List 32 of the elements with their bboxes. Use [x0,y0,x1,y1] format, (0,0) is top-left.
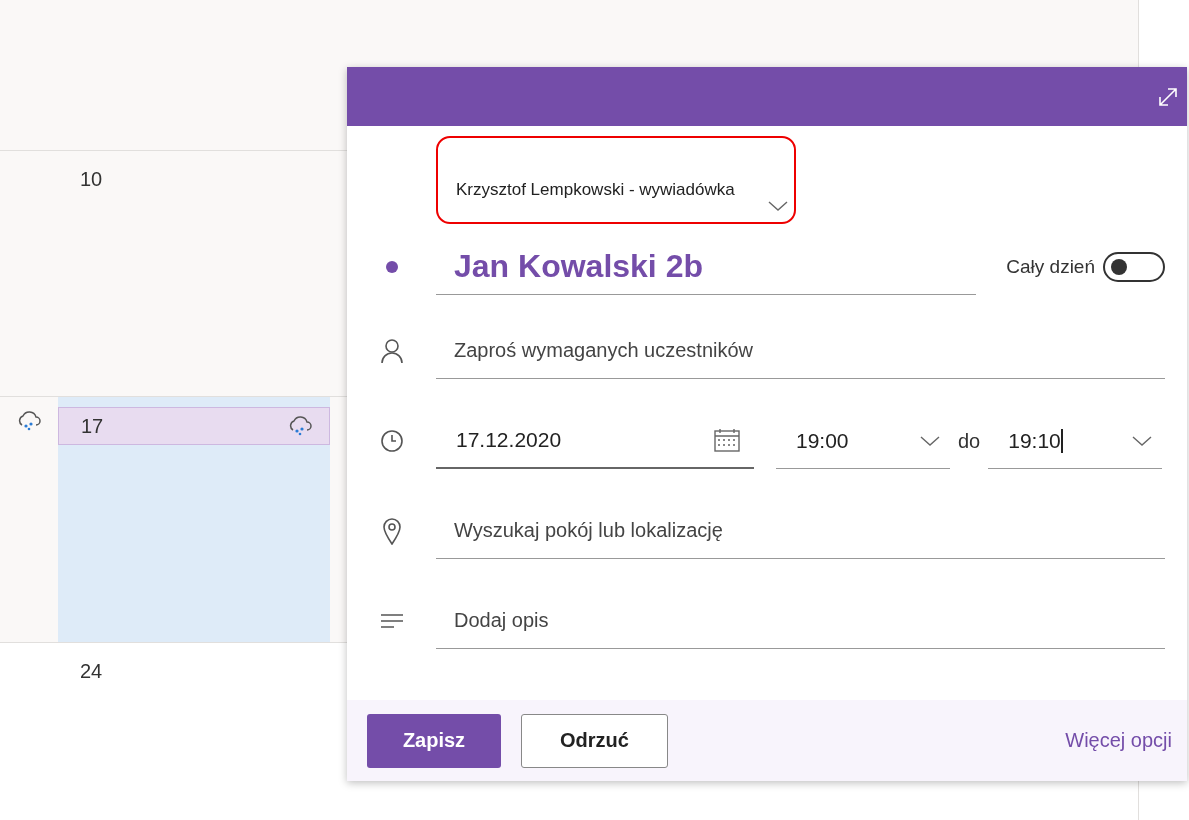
description-field[interactable]: Dodaj opis [436,593,1165,649]
title-field[interactable]: Jan Kowalski 2b [436,239,976,295]
clock-icon [379,429,404,453]
chevron-down-icon [768,201,788,211]
save-button[interactable]: Zapisz [367,713,501,768]
all-day-label: Cały dzień [1006,256,1095,278]
calendar-icon [714,428,740,452]
attendees-field[interactable]: Zaproś wymaganych uczestników [436,323,1165,379]
discard-button[interactable]: Odrzuć [521,713,668,768]
rain-cloud-icon [287,416,313,436]
rain-cloud-icon [16,411,42,431]
text-lines-icon [379,613,404,629]
person-icon [379,338,404,364]
date-field[interactable]: 17.12.2020 [436,413,754,469]
day-cell[interactable]: 10 [58,151,330,396]
day-number: 24 [80,659,103,683]
more-options-link[interactable]: Więcej opcji [1065,729,1172,752]
end-time-dropdown[interactable]: 19:10 [988,413,1163,469]
all-day-toggle[interactable] [1103,252,1165,282]
location-pin-icon [381,517,402,545]
day-cell[interactable]: 24 [58,643,330,820]
day-number: 17 [81,414,104,438]
expand-icon[interactable] [1157,85,1179,108]
category-dot-icon [385,261,398,273]
day-number: 10 [80,167,103,191]
location-field[interactable]: Wyszukaj pokój lub lokalizację [436,503,1165,559]
day-cell[interactable]: 17 [58,397,330,642]
start-time-dropdown[interactable]: 19:00 [776,413,950,469]
range-label: do [958,429,981,453]
chevron-down-icon [920,435,940,446]
chevron-down-icon [1132,435,1153,446]
calendar-dropdown[interactable]: Krzysztof Lempkowski - wywiadówka [436,136,796,224]
